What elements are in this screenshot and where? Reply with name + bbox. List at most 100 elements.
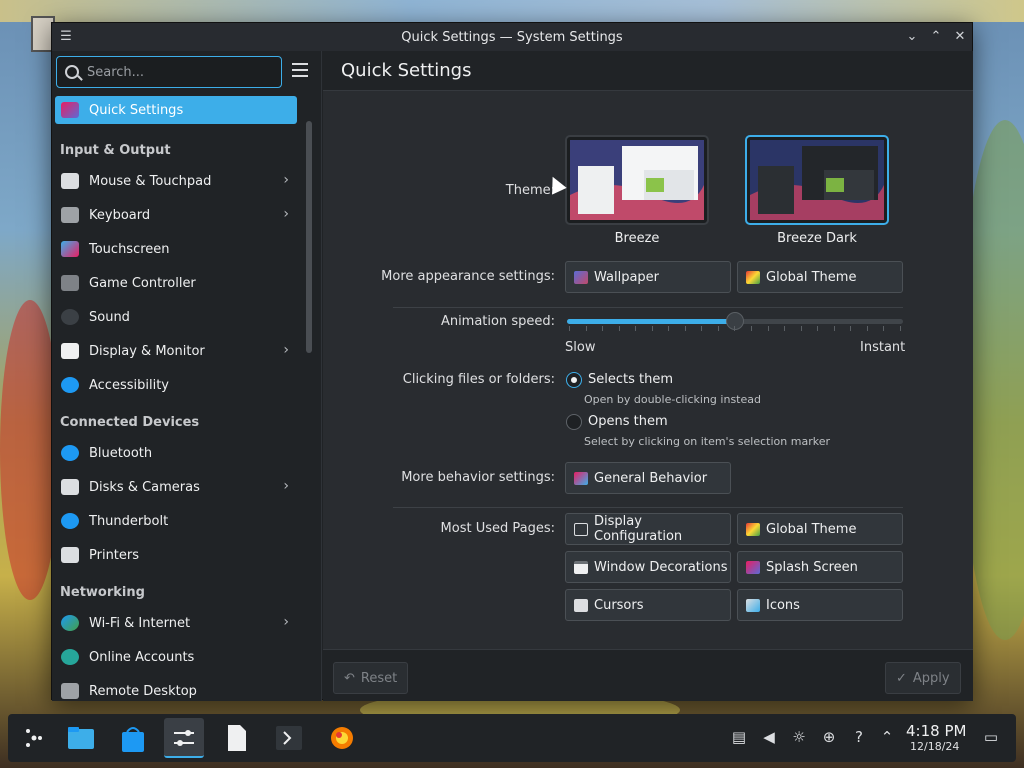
clock-date[interactable]: 12/18/24: [910, 740, 959, 753]
theme-name-breeze-dark: Breeze Dark: [777, 231, 857, 246]
clipboard-icon[interactable]: ▤: [730, 728, 748, 746]
behavior-label: More behavior settings:: [401, 470, 555, 485]
chevron-right-icon: ›: [283, 342, 289, 358]
theme-name-breeze: Breeze: [614, 231, 660, 246]
icons-button[interactable]: Icons: [737, 589, 903, 621]
radio-selects-them[interactable]: [566, 372, 582, 388]
sidebar-item-wi-fi-internet[interactable]: Wi-Fi & Internet ›: [55, 606, 297, 640]
chevron-right-icon: ›: [283, 614, 289, 630]
slider-tick: [668, 326, 670, 331]
bluetooth-icon: [61, 445, 79, 461]
system-settings-icon[interactable]: [164, 718, 204, 758]
app-launcher-icon[interactable]: [14, 718, 54, 758]
sidebar-item-remote-desktop[interactable]: Remote Desktop: [55, 674, 297, 701]
theme-card-breeze-dark[interactable]: [745, 135, 889, 225]
konsole-icon[interactable]: [268, 718, 308, 758]
general-behavior-icon: [574, 471, 588, 485]
sidebar-scrollbar[interactable]: [306, 121, 312, 353]
document-icon[interactable]: [216, 718, 256, 758]
sidebar-section-header: Connected Devices: [60, 415, 200, 430]
file-manager-icon[interactable]: [60, 718, 100, 758]
sidebar-item-disks-cameras[interactable]: Disks & Cameras ›: [55, 470, 297, 504]
sidebar-item-online-accounts[interactable]: Online Accounts: [55, 640, 297, 674]
chevron-right-icon: ›: [283, 172, 289, 188]
clicking-label: Clicking files or folders:: [402, 372, 555, 387]
radio-opens-them[interactable]: [566, 414, 582, 430]
globe-icon: [61, 615, 79, 631]
show-desktop-icon[interactable]: ▭: [982, 728, 1000, 746]
slider-tick: [717, 326, 719, 331]
network-icon[interactable]: ⊕: [820, 728, 838, 746]
maximize-icon[interactable]: ⌃: [926, 27, 946, 47]
general-behavior-button[interactable]: General Behavior: [565, 462, 731, 494]
sidebar-item-label: Disks & Cameras: [89, 479, 200, 495]
slider-tick: [734, 326, 736, 331]
display-configuration-label: Display Configuration: [594, 514, 683, 544]
search-field[interactable]: [56, 56, 282, 88]
sidebar-item-bluetooth[interactable]: Bluetooth: [55, 436, 297, 470]
global-theme-page-label: Global Theme: [766, 521, 857, 537]
minimize-icon[interactable]: ⌄: [902, 27, 922, 47]
sidebar-item-sound[interactable]: Sound: [55, 300, 297, 334]
help-icon[interactable]: ?: [850, 728, 868, 746]
touchscreen-icon: [61, 241, 79, 257]
volume-muted-icon[interactable]: ◀: [760, 728, 778, 746]
sidebar-item-accessibility[interactable]: Accessibility: [55, 368, 297, 402]
sidebar-item-printers[interactable]: Printers: [55, 538, 297, 572]
sidebar-section-header: Input & Output: [60, 143, 171, 158]
sidebar-item-label: Bluetooth: [89, 445, 153, 461]
global-theme-icon: [746, 522, 760, 536]
radio-opens-them-label[interactable]: Opens them: [588, 414, 668, 429]
chevron-up-icon[interactable]: ⌃: [878, 728, 896, 746]
sidebar-item-touchscreen[interactable]: Touchscreen: [55, 232, 297, 266]
slider-tick: [899, 326, 901, 331]
sidebar-item-label: Display & Monitor: [89, 343, 205, 359]
hamburger-menu-icon[interactable]: [292, 63, 308, 77]
slider-tick: [784, 326, 786, 331]
sidebar-item-quick-settings[interactable]: Quick Settings: [55, 96, 297, 124]
sidebar-item-display-monitor[interactable]: Display & Monitor ›: [55, 334, 297, 368]
settings-app-icon[interactable]: ☰: [58, 29, 74, 45]
search-input[interactable]: [87, 64, 267, 80]
disk-icon: [61, 479, 79, 495]
slider-tick: [701, 326, 703, 331]
slider-max-label: Instant: [860, 340, 906, 355]
sidebar-item-thunderbolt[interactable]: Thunderbolt: [55, 504, 297, 538]
display-configuration-button[interactable]: Display Configuration: [565, 513, 731, 545]
discover-icon[interactable]: [112, 718, 152, 758]
desktop-strip: [0, 0, 1024, 22]
remote-desktop-icon: [61, 683, 79, 699]
monitor-icon: [61, 343, 79, 359]
title-bar[interactable]: ☰ Quick Settings — System Settings ⌄ ⌃ ✕: [52, 23, 972, 51]
close-icon[interactable]: ✕: [950, 27, 970, 47]
window-decorations-button[interactable]: Window Decorations: [565, 551, 731, 583]
radio-selects-them-label[interactable]: Selects them: [588, 372, 673, 387]
sidebar-item-label: Wi-Fi & Internet: [89, 615, 191, 631]
reset-icon: ↶: [344, 670, 355, 686]
reset-button[interactable]: ↶ Reset: [333, 662, 409, 694]
slider-ticks: [569, 321, 901, 331]
sidebar-item-label: Mouse & Touchpad: [89, 173, 212, 189]
browser-icon[interactable]: [322, 718, 362, 758]
apply-button[interactable]: ✓ Apply: [885, 662, 961, 694]
global-theme-button[interactable]: Global Theme: [737, 261, 903, 293]
breeze-dark-preview-image: [750, 140, 884, 220]
apply-button-label: Apply: [912, 670, 950, 686]
mouse-icon: [61, 173, 79, 189]
brightness-icon[interactable]: ☼: [790, 728, 808, 746]
sidebar-item-label: Touchscreen: [89, 241, 170, 257]
cursors-button[interactable]: Cursors: [565, 589, 731, 621]
sidebar-item-keyboard[interactable]: Keyboard ›: [55, 198, 297, 232]
sidebar-item-mouse-touchpad[interactable]: Mouse & Touchpad ›: [55, 164, 297, 198]
clock-time[interactable]: 4:18 PM: [906, 722, 966, 740]
slider-tick: [751, 326, 753, 331]
sidebar-item-game-controller[interactable]: Game Controller: [55, 266, 297, 300]
wallpaper-button[interactable]: Wallpaper: [565, 261, 731, 293]
splash-screen-button[interactable]: Splash Screen: [737, 551, 903, 583]
global-theme-page-button[interactable]: Global Theme: [737, 513, 903, 545]
speaker-icon: [61, 309, 79, 325]
sidebar-item-label: Online Accounts: [89, 649, 195, 665]
radio-selects-them-hint: Open by double-clicking instead: [584, 393, 761, 406]
page-title: Quick Settings: [341, 60, 472, 81]
theme-card-breeze[interactable]: [565, 135, 709, 225]
